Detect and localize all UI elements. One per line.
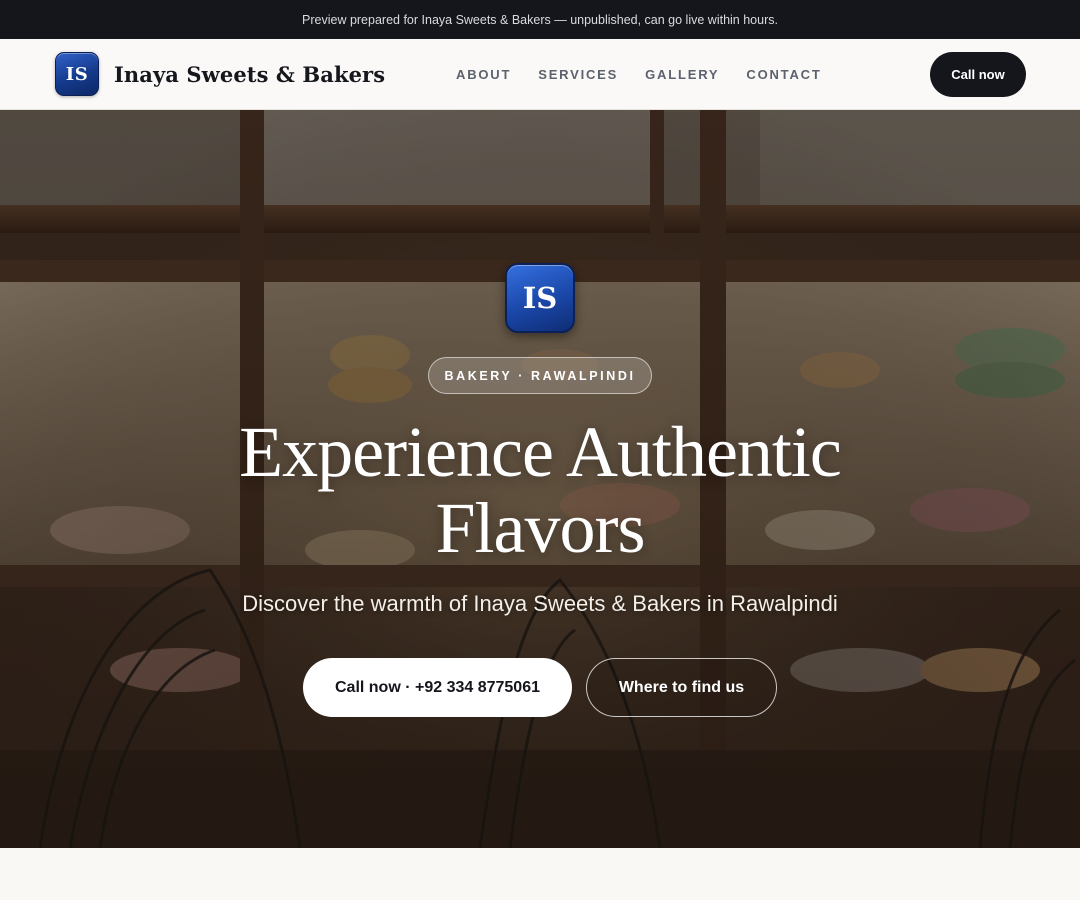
nav-contact[interactable]: CONTACT [746,67,821,82]
nav-services[interactable]: SERVICES [538,67,618,82]
hero-category-pill: BAKERY · RAWALPINDI [428,357,652,394]
hero-content: IS BAKERY · RAWALPINDI Experience Authen… [0,110,1080,848]
site-header: IS Inaya Sweets & Bakers ABOUT SERVICES … [0,39,1080,110]
hero-title: Experience Authentic Flavors [239,412,842,568]
call-now-phone-button[interactable]: Call now · +92 334 8775061 [303,658,572,717]
nav-about[interactable]: ABOUT [456,67,511,82]
brand-link[interactable]: IS Inaya Sweets & Bakers [55,52,385,96]
brand-logo: IS [55,52,99,96]
next-section [0,848,1080,900]
preview-banner-text: Preview prepared for Inaya Sweets & Bake… [302,12,778,27]
hero-logo: IS [505,263,575,333]
hero-subtitle: Discover the warmth of Inaya Sweets & Ba… [242,591,838,616]
nav-gallery[interactable]: GALLERY [645,67,719,82]
preview-banner: Preview prepared for Inaya Sweets & Bake… [0,0,1080,39]
hero-section: IS BAKERY · RAWALPINDI Experience Authen… [0,110,1080,848]
main-nav: ABOUT SERVICES GALLERY CONTACT [456,39,822,109]
brand-name: Inaya Sweets & Bakers [114,61,386,87]
header-call-button[interactable]: Call now [930,52,1026,97]
where-to-find-us-button[interactable]: Where to find us [586,658,777,717]
